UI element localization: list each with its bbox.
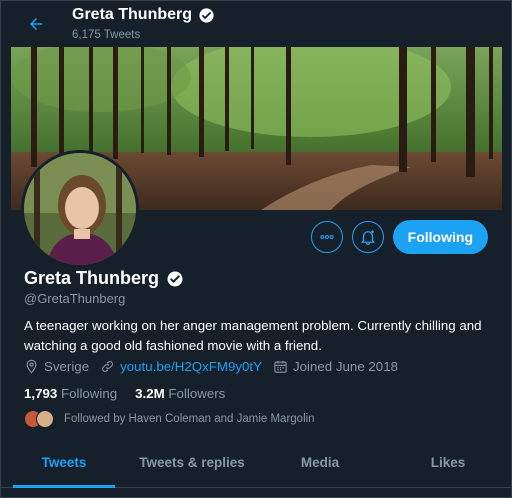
more-button[interactable]	[310, 221, 343, 253]
back-arrow-icon	[30, 18, 42, 30]
followed-by[interactable]: Followed by Haven Coleman and Jamie Marg…	[24, 410, 315, 428]
profile-bio: A teenager working on her anger manageme…	[24, 318, 482, 353]
location-icon	[26, 359, 37, 374]
profile-handle: @GretaThunberg	[24, 291, 126, 306]
following-stat[interactable]: 1,793 Following	[24, 386, 117, 401]
tab-likes[interactable]: Likes	[384, 445, 512, 487]
header-name: Greta Thunberg	[72, 6, 193, 23]
joined-text: Joined June 2018	[293, 359, 398, 374]
tweet-count: 6,175 Tweets	[72, 29, 141, 41]
header-title: Greta Thunberg	[72, 6, 215, 24]
tab-tweets-replies[interactable]: Tweets & replies	[128, 445, 256, 487]
website: youtu.be/H2QxFM9y0tY	[100, 359, 262, 374]
profile-name: Greta Thunberg	[24, 268, 184, 289]
profile-tabs: Tweets Tweets & replies Media Likes	[0, 445, 512, 488]
follow-stats: 1,793 Following 3.2M Followers	[24, 386, 243, 401]
followed-by-text: Followed by Haven Coleman and Jamie Marg…	[64, 413, 315, 425]
notification-bell-icon	[360, 230, 375, 246]
notifications-button[interactable]	[351, 221, 384, 253]
profile-avatar[interactable]	[21, 150, 139, 268]
verified-badge-icon	[167, 271, 183, 286]
display-name: Greta Thunberg	[24, 268, 160, 288]
more-icon	[320, 235, 334, 240]
verified-badge-icon	[199, 7, 214, 23]
followers-stat[interactable]: 3.2M Followers	[135, 386, 225, 401]
top-bar: Greta Thunberg 6,175 Tweets	[0, 0, 512, 47]
back-button[interactable]	[22, 10, 50, 38]
avatar	[36, 410, 54, 428]
link-icon	[102, 361, 113, 372]
profile-page: Greta Thunberg 6,175 Tweets Following Gr…	[0, 0, 512, 498]
tab-media[interactable]: Media	[256, 445, 384, 487]
followers-label: Followers	[168, 386, 226, 401]
profile-meta: Sverige youtu.be/H2QxFM9y0tY Joined June…	[24, 359, 409, 374]
website-link[interactable]: youtu.be/H2QxFM9y0tY	[120, 359, 262, 374]
following-label: Following	[60, 386, 118, 401]
location: Sverige	[24, 359, 89, 374]
profile-actions: Following	[310, 220, 488, 254]
follower-avatars	[24, 410, 54, 428]
following-button[interactable]: Following	[392, 220, 488, 254]
calendar-icon	[274, 360, 287, 373]
followers-count: 3.2M	[135, 386, 165, 401]
tab-tweets[interactable]: Tweets	[0, 445, 128, 488]
following-count: 1,793	[24, 386, 58, 401]
joined-date: Joined June 2018	[273, 359, 398, 374]
location-text: Sverige	[44, 359, 90, 374]
